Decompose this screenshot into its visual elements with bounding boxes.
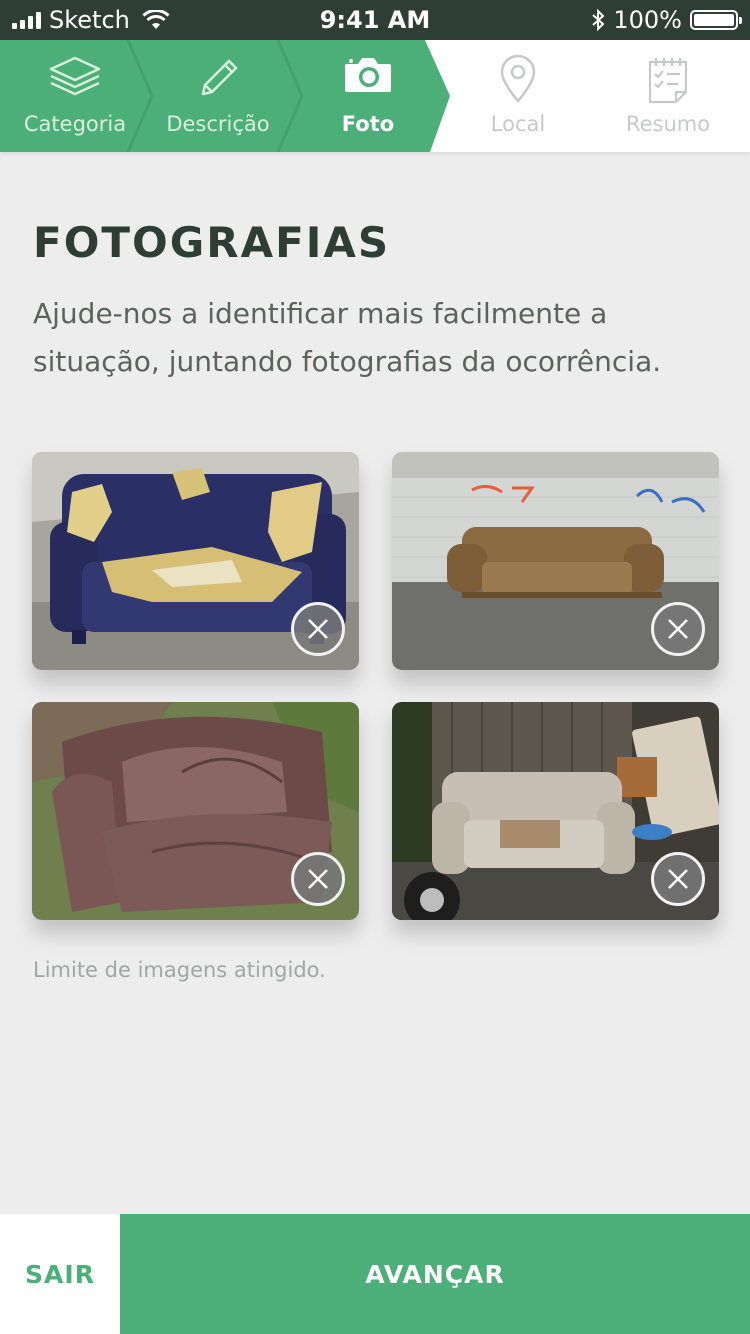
step-categoria[interactable]: Categoria [0,40,150,152]
checklist-icon [648,58,688,104]
remove-photo-button[interactable] [291,602,345,656]
step-label: Foto [341,112,395,136]
remove-photo-button[interactable] [651,852,705,906]
remove-photo-button[interactable] [651,602,705,656]
photo-thumbnail[interactable] [392,452,719,670]
next-button[interactable]: AVANÇAR [120,1214,750,1334]
step-descricao[interactable]: Descrição [143,40,293,152]
step-label: Descrição [166,112,270,136]
step-label: Local [490,112,546,136]
photo-thumbnail[interactable] [392,702,719,920]
pencil-icon [201,59,238,96]
layers-icon [49,56,101,96]
battery-icon [690,10,742,30]
step-foto[interactable]: Foto [293,40,443,152]
close-icon [668,619,688,639]
photo-thumbnail[interactable] [32,702,359,920]
battery-percent: 100% [613,6,682,34]
image-limit-message: Limite de imagens atingido. [33,958,326,982]
status-bar: Sketch 9:41 AM 100% [0,0,750,40]
location-pin-icon [500,54,536,103]
close-icon [308,869,328,889]
step-label: Resumo [625,112,711,136]
close-icon [308,619,328,639]
camera-icon [345,58,391,92]
page-title: FOTOGRAFIAS [33,218,391,267]
photo-thumbnail[interactable] [32,452,359,670]
step-local[interactable]: Local [443,40,593,152]
bottom-action-bar: SAIR AVANÇAR [0,1214,750,1334]
status-right: 100% [591,6,742,34]
exit-button[interactable]: SAIR [0,1214,120,1334]
step-resumo[interactable]: Resumo [593,40,743,152]
remove-photo-button[interactable] [291,852,345,906]
page-description: Ajude-nos a identificar mais facilmente … [33,297,662,378]
progress-stepper: Categoria Descrição Foto Local Resumo [0,40,750,152]
bluetooth-icon [592,9,605,31]
close-icon [668,869,688,889]
step-label: Categoria [23,112,127,136]
